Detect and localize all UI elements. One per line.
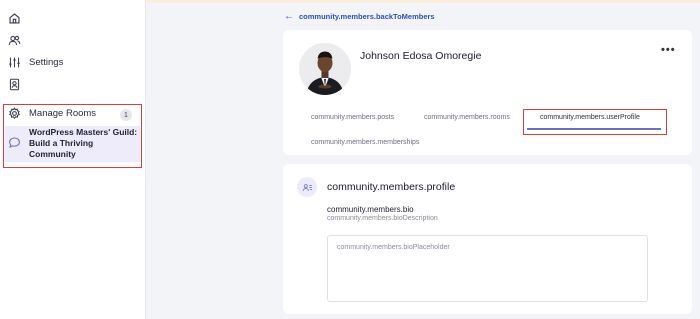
user-name: Johnson Edosa Omoregie (360, 50, 482, 62)
members-icon[interactable] (7, 33, 21, 47)
profile-section-title: community.members.profile (327, 181, 456, 193)
bio-description: community.members.bioDescription (327, 215, 438, 222)
more-horizontal-icon[interactable]: ••• (661, 44, 676, 56)
arrow-left-icon: ← (284, 11, 294, 22)
user-profile-tab-highlight-box (523, 109, 667, 135)
top-banner-strip (146, 0, 700, 3)
avatar (299, 43, 351, 95)
tab-posts[interactable]: community.members.posts (311, 114, 394, 121)
nav-settings-label[interactable]: Settings (29, 57, 63, 68)
home-icon[interactable] (7, 11, 21, 25)
bio-textarea[interactable] (327, 235, 648, 302)
back-to-members-link[interactable]: ← community.members.backToMembers (284, 11, 435, 22)
rooms-highlight-box (3, 104, 142, 168)
badge-id-icon[interactable] (7, 77, 21, 91)
member-header-card: Johnson Edosa Omoregie ••• community.mem… (283, 30, 692, 155)
profile-card: community.members.profile community.memb… (283, 164, 692, 314)
back-link-label: community.members.backToMembers (299, 12, 435, 21)
bio-label: community.members.bio (327, 205, 414, 214)
tab-memberships[interactable]: community.members.memberships (311, 139, 419, 146)
tab-rooms[interactable]: community.members.rooms (424, 114, 510, 121)
profile-card-icon (297, 177, 317, 197)
sidebar: Settings Manage Rooms 1 WordPress Master… (0, 0, 146, 319)
settings-sliders-icon[interactable] (7, 55, 21, 69)
